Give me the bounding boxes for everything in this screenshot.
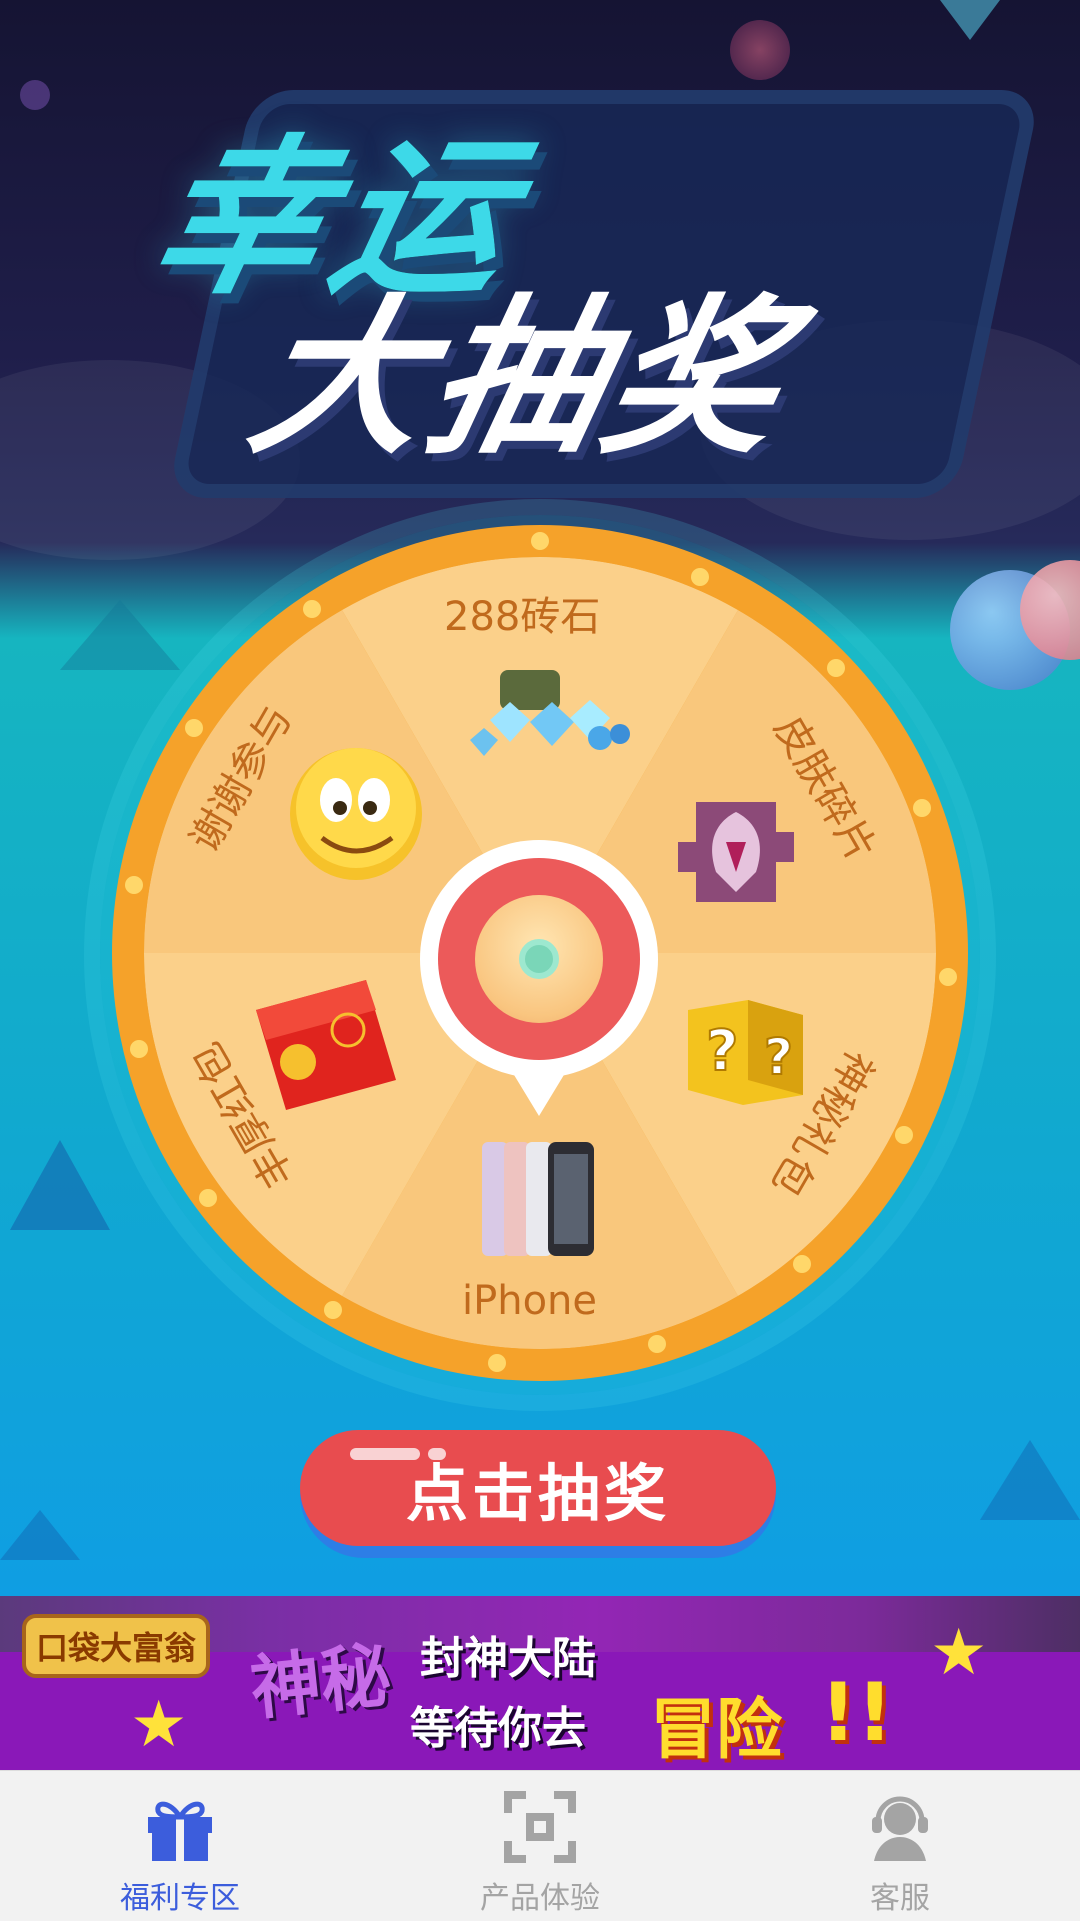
title-line-2: 大抽奖 (235, 280, 806, 478)
smiley-icon (290, 748, 422, 880)
lottery-title: 幸运 大抽奖 (90, 20, 1042, 498)
tab-welfare[interactable]: 福利专区 (0, 1771, 360, 1921)
tab-label: 产品体验 (480, 1881, 600, 1916)
bg-triangle (60, 600, 180, 670)
tab-label: 客服 (870, 1881, 930, 1916)
bottom-tab-bar: 福利专区 产品体验 客服 (0, 1770, 1080, 1921)
customer-service-icon (872, 1796, 928, 1861)
mystery-box-icon: ? ? (688, 1000, 803, 1105)
tab-label: 福利专区 (120, 1881, 240, 1916)
skin-fragment-icon (678, 802, 794, 902)
red-envelope-icon (256, 980, 396, 1110)
lottery-hero: 幸运 大抽奖 288砖石 皮肤碎片 神秘礼包 iPhone 丰厚红包 谢谢参与 … (0, 0, 1080, 1596)
diamonds-icon (470, 670, 630, 756)
tab-product-experience[interactable]: 产品体验 (360, 1771, 720, 1921)
spin-center-core (475, 895, 603, 1023)
scan-icon (504, 1791, 576, 1863)
gift-icon (148, 1801, 212, 1861)
banner-text-adventure: 冒险 (650, 1691, 782, 1768)
prize-label-iphone: iPhone (462, 1278, 598, 1324)
prize-label-diamonds: 288砖石 (444, 594, 601, 640)
promo-banner[interactable]: 口袋大富翁 神秘 封神大陆 等待你去 冒险 !! ★ ★ (0, 1596, 1080, 1770)
svg-text:?: ? (764, 1028, 793, 1086)
banner-text-mystery: 神秘 (246, 1633, 395, 1731)
spin-center-ring (438, 858, 640, 1060)
bg-bubble (20, 80, 50, 110)
spin-center-button[interactable] (420, 840, 658, 1078)
bg-triangle (980, 1440, 1080, 1520)
draw-button[interactable]: 点击抽奖 (300, 1430, 776, 1558)
banner-text-exclaim: !! (820, 1666, 893, 1759)
game-logo: 口袋大富翁 (22, 1614, 210, 1678)
tab-customer-service[interactable]: 客服 (720, 1771, 1080, 1921)
iphone-icon (482, 1142, 594, 1256)
wheel-pointer (505, 1060, 573, 1116)
banner-text-fengshen: 封神大陆 (420, 1633, 596, 1684)
button-shine (428, 1448, 446, 1460)
svg-text:?: ? (706, 1019, 738, 1084)
star-icon: ★ (130, 1688, 188, 1762)
draw-button-label: 点击抽奖 (405, 1457, 670, 1530)
star-icon: ★ (930, 1616, 988, 1690)
bg-triangle (10, 1140, 110, 1230)
spin-center-dot (519, 939, 559, 979)
banner-text-waiting: 等待你去 (410, 1703, 586, 1754)
button-shine (350, 1448, 420, 1460)
bg-triangle (0, 1510, 80, 1560)
